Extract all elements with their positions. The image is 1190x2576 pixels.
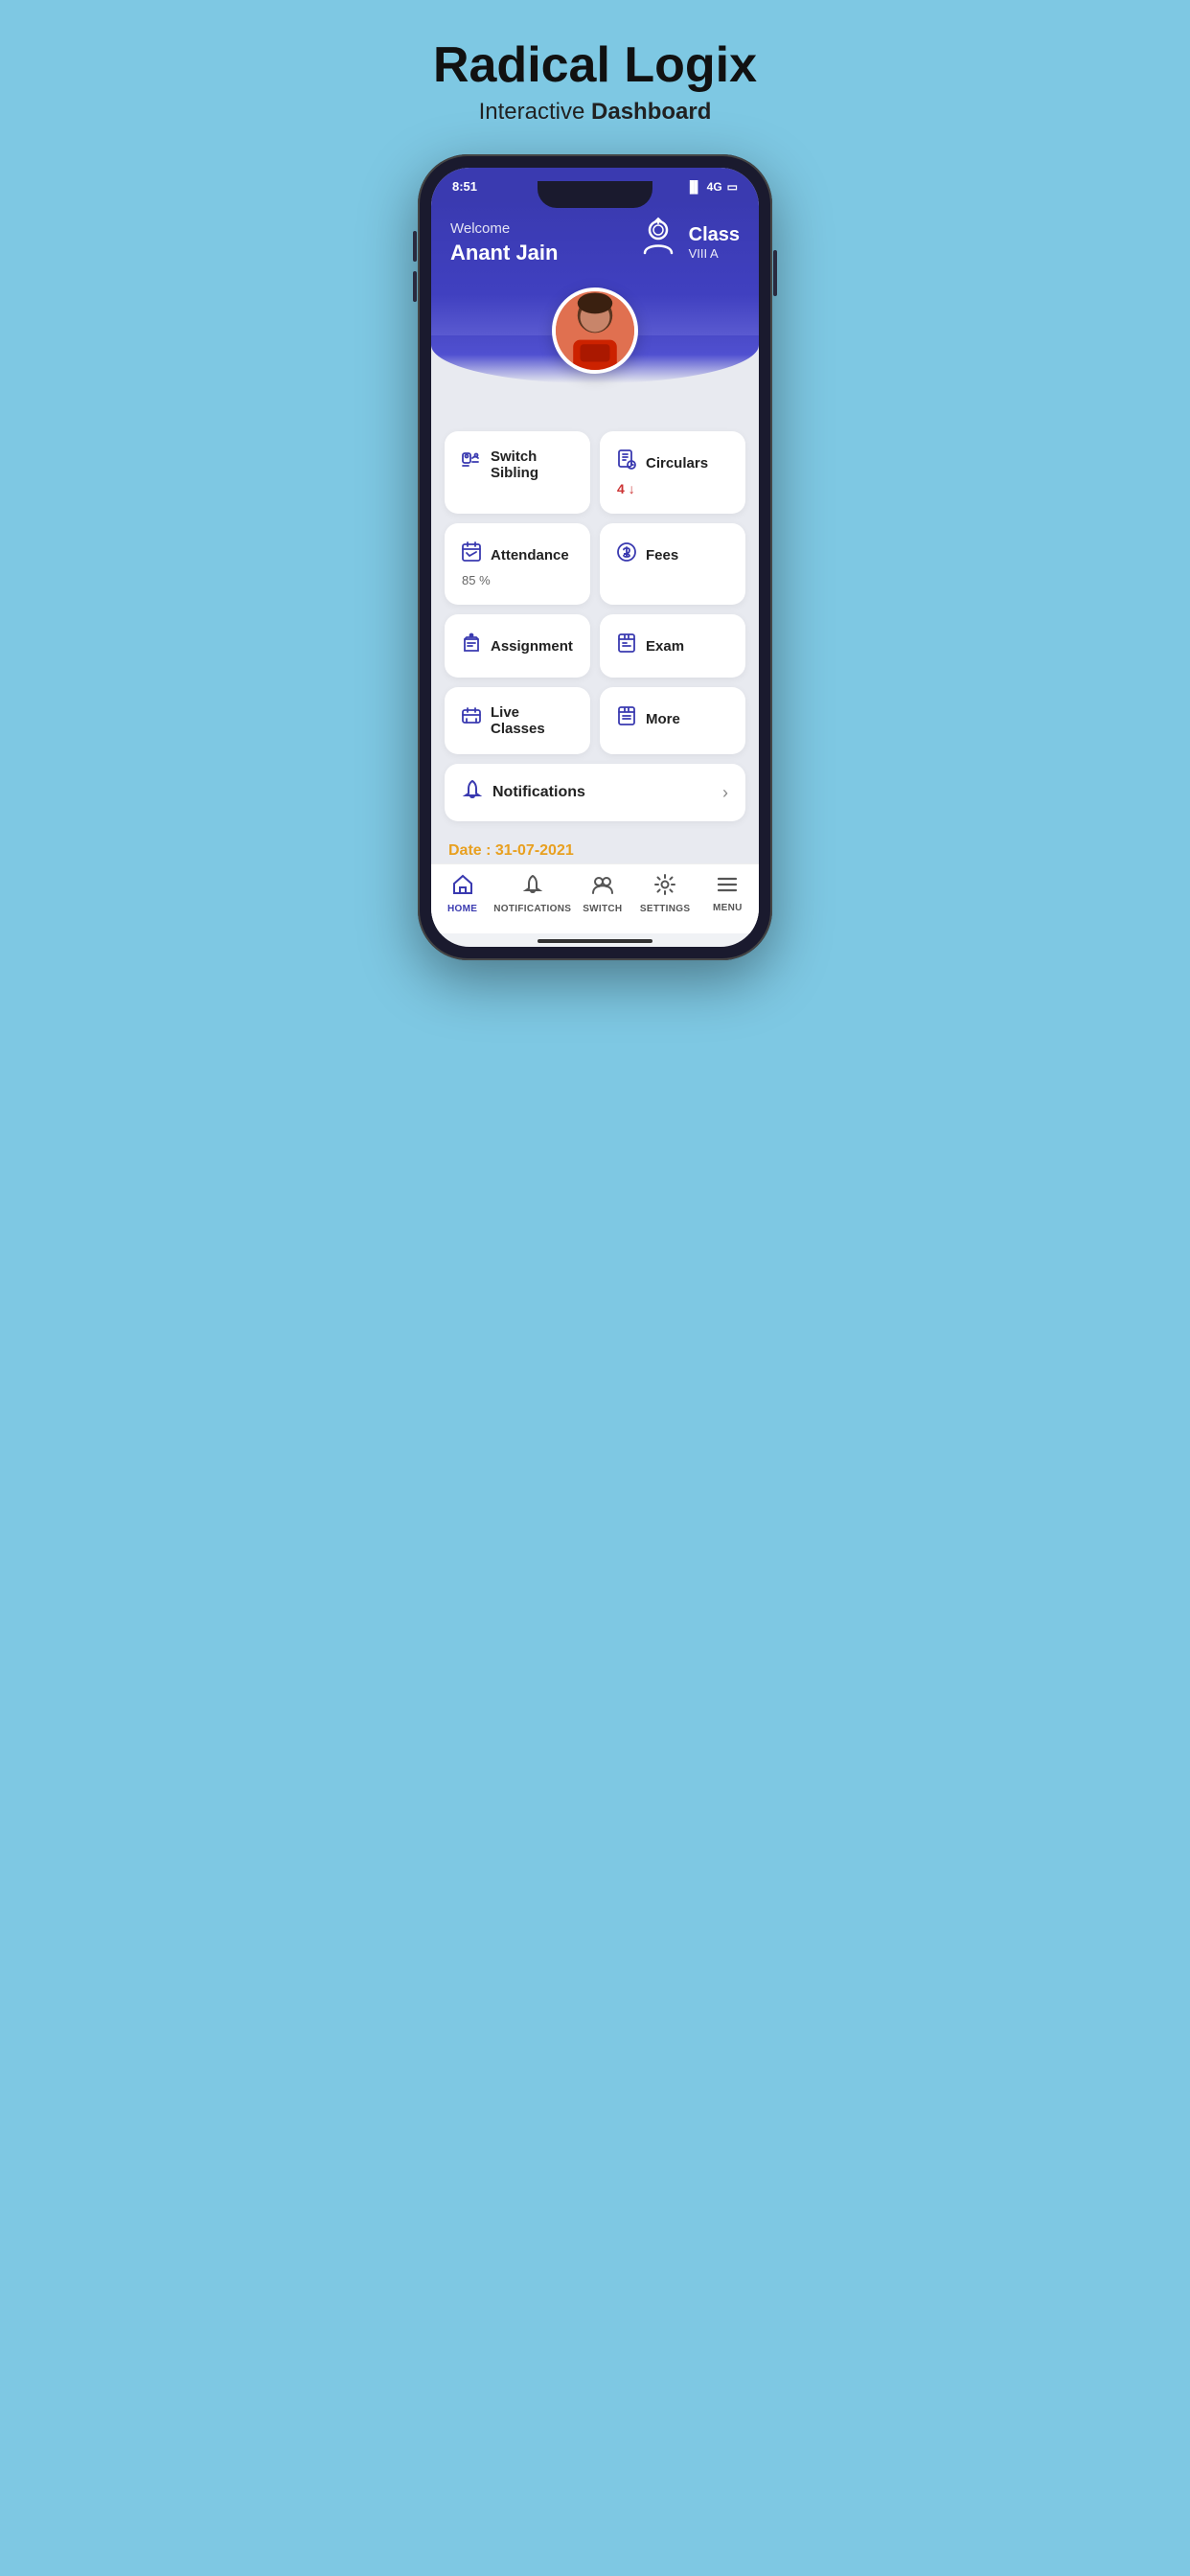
class-label: Class <box>689 224 740 246</box>
more-icon <box>615 704 638 733</box>
welcome-text: Welcome <box>450 220 558 237</box>
nav-menu[interactable]: MENU <box>697 875 759 913</box>
nav-menu-icon <box>716 875 739 900</box>
attendance-label: Attendance <box>491 547 569 564</box>
exam-label: Exam <box>646 638 684 655</box>
circulars-count: 4 ↓ <box>615 481 730 496</box>
more-label: More <box>646 711 680 727</box>
attendance-sub: 85 % <box>460 573 575 587</box>
status-icons: ▐▌ 4G ▭ <box>686 180 738 194</box>
home-indicator <box>538 939 652 943</box>
subtitle-bold: Dashboard <box>591 99 711 125</box>
class-info: Class VIII A <box>637 217 740 268</box>
wave-section <box>431 335 759 383</box>
notifications-bar[interactable]: Notifications › <box>445 764 745 821</box>
app-name: Radical Logix <box>418 38 772 93</box>
more-icon-row: More <box>615 704 730 733</box>
notch <box>538 181 652 208</box>
bottom-nav: HOME NOTIFICATIONS <box>431 863 759 933</box>
phone-shell: 8:51 ▐▌ 4G ▭ Welcome Anant Jain <box>418 154 772 960</box>
avatar-container <box>552 288 638 374</box>
nav-home[interactable]: HOME <box>431 874 493 914</box>
class-icon <box>637 217 679 268</box>
switch-sibling-icon-row: Switch Sibling <box>460 448 575 481</box>
volume-down-button <box>413 271 417 302</box>
circulars-icon <box>615 448 638 477</box>
nav-switch-icon <box>591 874 614 901</box>
signal-icon: ▐▌ <box>686 180 702 194</box>
exam-card[interactable]: Exam <box>600 614 745 678</box>
attendance-card[interactable]: Attendance 85 % <box>445 523 590 605</box>
switch-sibling-card[interactable]: Switch Sibling <box>445 431 590 514</box>
assignment-label: Assignment <box>491 638 573 655</box>
switch-sibling-icon <box>460 450 483 479</box>
download-icon: ↓ <box>629 481 635 496</box>
home-icon <box>451 874 474 901</box>
more-card[interactable]: More <box>600 687 745 754</box>
class-value: VIII A <box>689 246 740 261</box>
nav-notifications-label: NOTIFICATIONS <box>493 904 571 914</box>
nav-settings-icon <box>654 874 675 901</box>
fees-icon-row: Fees <box>615 540 730 569</box>
live-classes-icon <box>460 706 483 735</box>
notifications-chevron-icon: › <box>722 783 728 803</box>
subtitle-plain: Interactive <box>479 99 591 125</box>
live-classes-card[interactable]: Live Classes <box>445 687 590 754</box>
nav-notifications[interactable]: NOTIFICATIONS <box>493 874 571 914</box>
nav-bell-icon <box>522 874 543 901</box>
page-wrapper: Radical Logix Interactive Dashboard 8:51… <box>418 38 772 960</box>
live-classes-icon-row: Live Classes <box>460 704 575 737</box>
date-text: Date : 31-07-2021 <box>448 842 574 859</box>
assignment-icon-row: Assignment <box>460 632 575 660</box>
nav-settings[interactable]: SETTINGS <box>633 874 696 914</box>
battery-icon: ▭ <box>727 180 738 194</box>
assignment-card[interactable]: Assignment <box>445 614 590 678</box>
nav-switch[interactable]: SWITCH <box>571 874 633 914</box>
fees-label: Fees <box>646 547 678 564</box>
grid-row-1: Switch Sibling <box>445 431 745 514</box>
grid-row-4: Live Classes <box>445 687 745 754</box>
switch-sibling-label: Switch Sibling <box>491 448 575 481</box>
date-bar: Date : 31-07-2021 <box>445 833 745 863</box>
page-header: Radical Logix Interactive Dashboard <box>418 38 772 126</box>
attendance-icon-row: Attendance <box>460 540 575 569</box>
header-top: Welcome Anant Jain <box>450 217 740 268</box>
notifications-label: Notifications <box>492 784 585 801</box>
grid-row-2: Attendance 85 % Fees <box>445 523 745 605</box>
fees-card[interactable]: Fees <box>600 523 745 605</box>
app-subtitle: Interactive Dashboard <box>418 99 772 126</box>
nav-settings-label: SETTINGS <box>640 904 690 914</box>
exam-icon-row: Exam <box>615 632 730 660</box>
live-classes-label: Live Classes <box>491 704 575 737</box>
student-info: Welcome Anant Jain <box>450 220 558 265</box>
phone-screen: 8:51 ▐▌ 4G ▭ Welcome Anant Jain <box>431 168 759 947</box>
nav-switch-label: SWITCH <box>583 904 622 914</box>
assignment-icon <box>460 632 483 660</box>
nav-menu-label: MENU <box>713 903 743 913</box>
fees-icon <box>615 540 638 569</box>
grid-row-3: Assignment <box>445 614 745 678</box>
class-text: Class VIII A <box>689 224 740 261</box>
time-display: 8:51 <box>452 179 477 194</box>
content-area: Switch Sibling <box>431 383 759 863</box>
power-button <box>773 250 777 296</box>
avatar-image <box>556 291 634 370</box>
circulars-card[interactable]: Circulars 4 ↓ <box>600 431 745 514</box>
notif-bell-icon <box>462 779 483 806</box>
exam-icon <box>615 632 638 660</box>
notif-left: Notifications <box>462 779 585 806</box>
attendance-icon <box>460 540 483 569</box>
volume-up-button <box>413 231 417 262</box>
network-type: 4G <box>707 180 722 194</box>
nav-home-label: HOME <box>447 904 477 914</box>
circulars-icon-row: Circulars <box>615 448 730 477</box>
circulars-label: Circulars <box>646 455 708 472</box>
student-name: Anant Jain <box>450 241 558 265</box>
